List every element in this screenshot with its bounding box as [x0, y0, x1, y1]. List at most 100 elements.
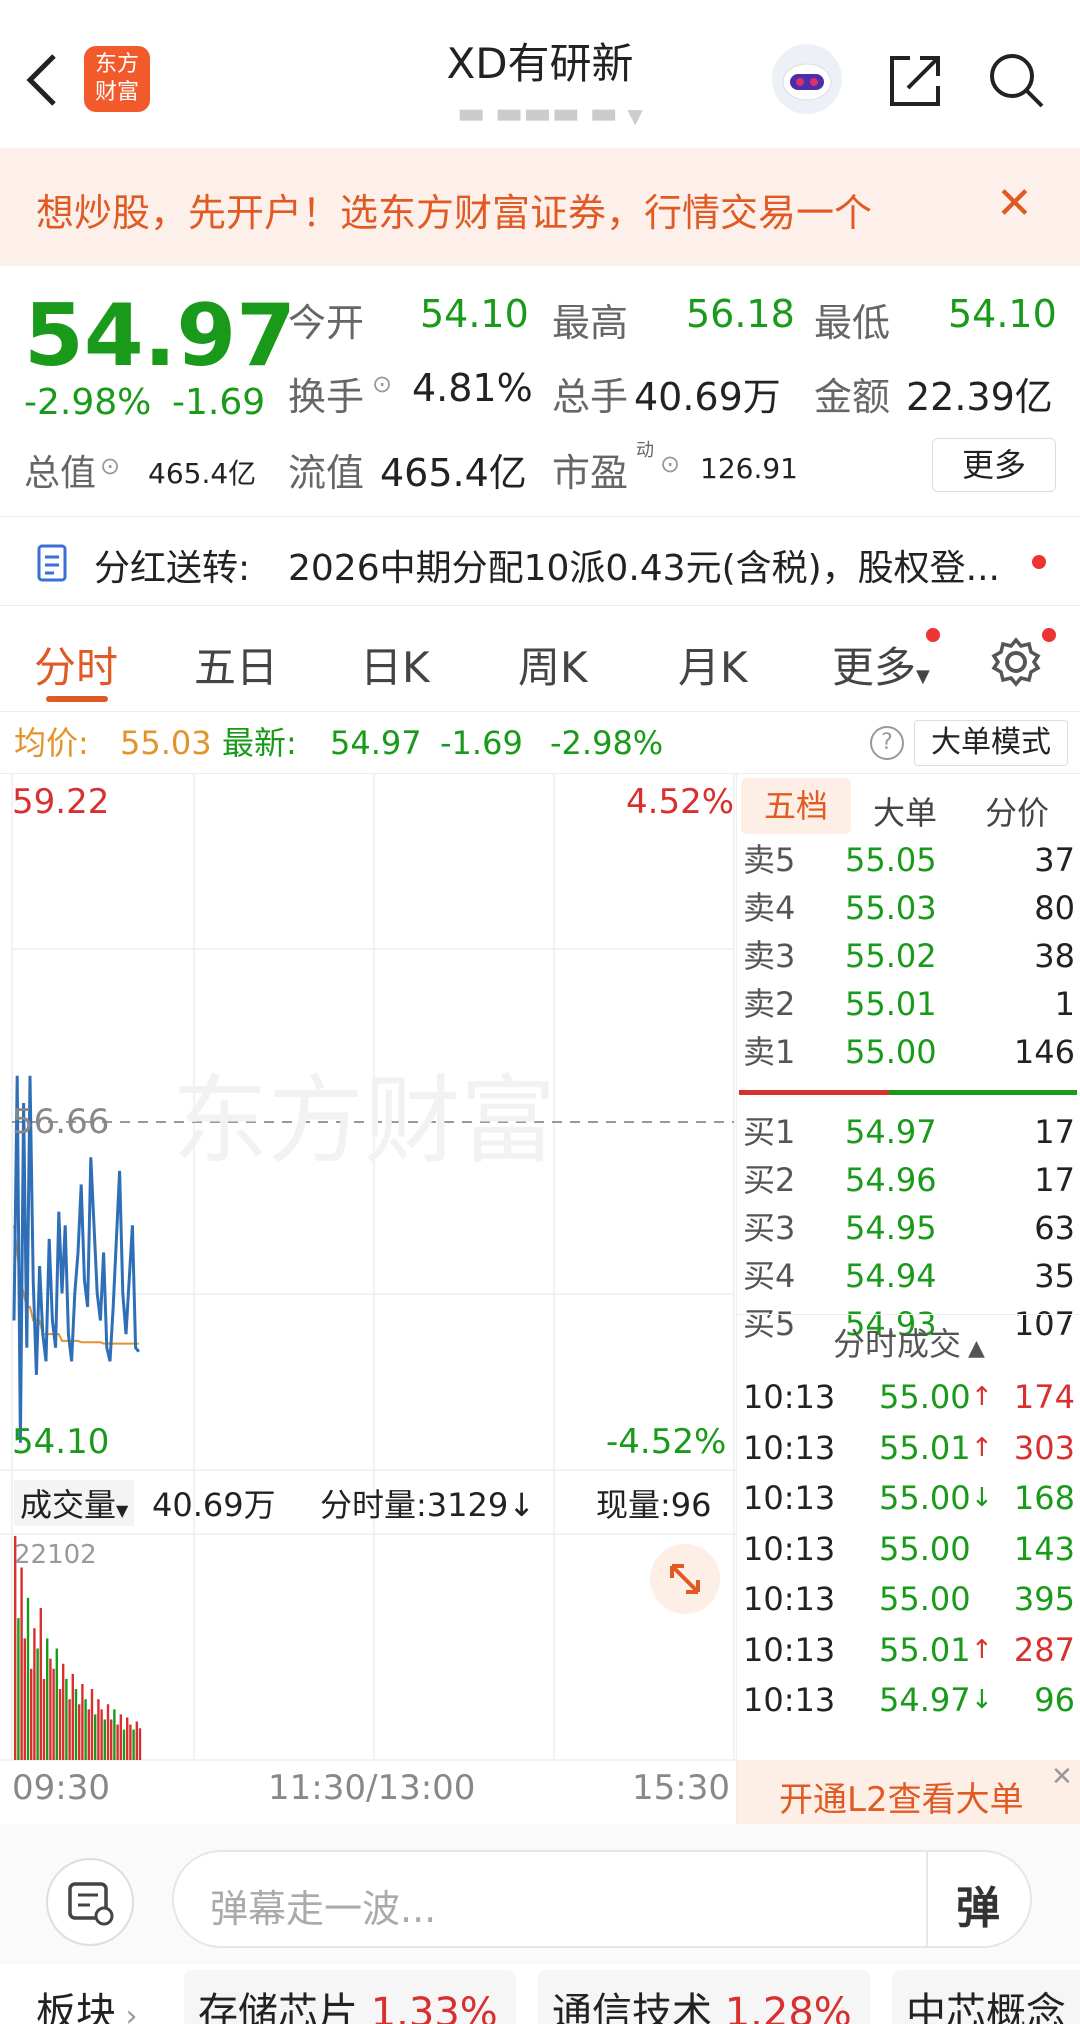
volume-selector[interactable]: 成交量▼: [14, 1480, 135, 1526]
change-pct: -2.98%: [24, 382, 152, 423]
volume-bar: [78, 1704, 81, 1760]
pct-min-label: -4.52%: [606, 1422, 727, 1462]
volume-bar: [20, 1567, 23, 1760]
mcap-label: 总值: [24, 453, 97, 494]
tab-monthly-k[interactable]: 月K: [678, 634, 748, 695]
trade-price: 55.01: [879, 1428, 971, 1467]
ask-row: 卖5 55.05 37: [737, 842, 1080, 879]
float-value: 465.4亿: [380, 451, 527, 495]
volume-bar: [58, 1689, 62, 1760]
big-order-mode-button[interactable]: 大单模式: [914, 720, 1068, 766]
gear-icon[interactable]: [990, 636, 1042, 688]
share-icon[interactable]: [886, 50, 946, 110]
turnover-label: 换手: [288, 375, 365, 419]
bid-level-label: 买2: [743, 1161, 796, 1199]
trade-time: 10:13: [743, 1479, 836, 1517]
volume-bar: [113, 1709, 116, 1760]
volume-bar: [49, 1658, 52, 1760]
volume-bar: [103, 1719, 106, 1760]
volume-bar: [42, 1678, 46, 1760]
document-icon: [36, 543, 72, 583]
sector-label[interactable]: 板块 ›: [36, 1980, 138, 2024]
back-icon[interactable]: [22, 50, 62, 110]
trade-price: 55.00: [879, 1378, 971, 1416]
intraday-volume-text: 分时量:3129: [320, 1486, 509, 1524]
l2-text: 开通L2查看大单: [779, 1780, 1024, 1820]
danmu-placeholder: 弹幕走一波...: [210, 1887, 437, 1931]
ask-volume: 146: [1013, 1033, 1075, 1071]
help-icon[interactable]: ?: [870, 726, 904, 760]
sector-chip[interactable]: 中芯概念: [892, 1970, 1080, 2024]
intraday-chart[interactable]: 东方财富 59.22 4.52% 56.66 54.10 -4.52% 成交量▼…: [0, 774, 736, 1824]
tab-intraday[interactable]: 分时: [34, 634, 118, 695]
close-icon[interactable]: ✕: [996, 178, 1033, 229]
trade-row: 10:13 55.00 ↑ 174: [737, 1372, 1080, 1422]
trade-volume: 395: [1013, 1580, 1075, 1618]
trade-volume: 303: [1013, 1428, 1075, 1467]
trade-time: 10:13: [743, 1378, 836, 1416]
ask-level-label: 卖2: [743, 985, 796, 1023]
ask-price: 55.02: [845, 937, 937, 975]
trade-volume: 168: [1013, 1479, 1075, 1517]
volume-bar: [36, 1648, 39, 1760]
badge-dot: [1042, 628, 1056, 642]
bid-volume: 35: [1034, 1257, 1075, 1295]
tab-five-day[interactable]: 五日: [194, 634, 278, 695]
account-promo-banner[interactable]: 想炒股，先开户！选东方财富证券，行情交易一个 ✕: [0, 148, 1080, 266]
expand-icon[interactable]: [650, 1544, 720, 1614]
close-icon[interactable]: ✕: [1051, 1762, 1073, 1792]
volume-label: 总手: [552, 375, 629, 419]
comment-bar: 弹幕走一波... 弹: [0, 1824, 1080, 1964]
volume-bar: [87, 1709, 90, 1760]
sector-strip: 板块 › 存储芯片 1.33% 通信技术 1.28% 中芯概念: [0, 1964, 1080, 2024]
tab-price-dist[interactable]: 分价: [985, 788, 1049, 834]
volume-bar: [132, 1729, 135, 1760]
subtitle-text: ▬ ▬▬▬ ▬: [457, 96, 618, 131]
intraday-info-bar: 均价: 55.03 最新: 54.97 -1.69 -2.98% ? 大单模式: [0, 712, 1080, 774]
bid-price: 54.95: [845, 1209, 937, 1247]
stock-subtitle[interactable]: ▬ ▬▬▬ ▬ ▼: [380, 96, 720, 131]
header: 东方 财富 XD有研新 ▬ ▬▬▬ ▬ ▼: [0, 0, 1080, 148]
ask-level-label: 卖1: [743, 1033, 796, 1071]
time-start-label: 09:30: [12, 1768, 110, 1808]
pe-value: 126.91: [700, 452, 798, 485]
l2-upsell[interactable]: 开通L2查看大单 ✕: [737, 1760, 1080, 1824]
trades-header[interactable]: 分时成交 ▲: [737, 1314, 1080, 1372]
volume-bar: [30, 1668, 33, 1760]
badge-dot: [926, 628, 940, 642]
sector-chip[interactable]: 存储芯片 1.33%: [184, 1970, 516, 2024]
trade-price: 55.00: [879, 1479, 971, 1517]
y-min-label: 54.10: [12, 1422, 110, 1462]
tab-more[interactable]: 更多▼: [832, 634, 930, 695]
tab-weekly-k[interactable]: 周K: [518, 634, 588, 695]
trade-row: 10:13 55.01 ↑ 303: [737, 1423, 1080, 1473]
pe-sup: 动: [636, 440, 654, 461]
info-icon[interactable]: ⊙: [100, 452, 120, 480]
robot-avatar-icon[interactable]: [772, 44, 842, 114]
ask-row: 卖3 55.02 38: [737, 938, 1080, 975]
app-logo[interactable]: 东方 财富: [84, 46, 150, 112]
tab-active-underline: [46, 696, 108, 702]
sector-chip[interactable]: 通信技术 1.28%: [538, 1970, 870, 2024]
search-icon[interactable]: [986, 50, 1046, 110]
sector-label-text: 板块: [36, 1990, 116, 2024]
ask-row: 卖1 55.00 146: [737, 1034, 1080, 1071]
volume-bar: [81, 1683, 84, 1760]
danmu-input[interactable]: 弹幕走一波... 弹: [172, 1850, 1032, 1948]
tab-five-levels[interactable]: 五档: [741, 778, 851, 834]
volume-bar: [84, 1699, 87, 1760]
tab-daily-k[interactable]: 日K: [360, 634, 430, 695]
trades-title: 分时成交: [833, 1325, 962, 1363]
low-value: 54.10: [948, 292, 1057, 336]
info-icon[interactable]: ⊙: [660, 450, 680, 478]
danmu-toggle-icon[interactable]: [46, 1858, 134, 1946]
trade-price: 55.00: [879, 1529, 971, 1568]
volume-bar: [33, 1628, 36, 1760]
more-button[interactable]: 更多: [932, 438, 1056, 492]
danmu-send-button[interactable]: 弹: [956, 1872, 1000, 1936]
price-chart-svg[interactable]: 东方财富: [0, 774, 736, 1824]
volume-bar: [26, 1597, 30, 1760]
dividend-notice[interactable]: 分红送转: 2026中期分配10派0.43元(含税)，股权登...: [0, 516, 1080, 606]
info-icon[interactable]: ⊙: [372, 370, 392, 398]
tab-big-orders[interactable]: 大单: [873, 788, 937, 834]
